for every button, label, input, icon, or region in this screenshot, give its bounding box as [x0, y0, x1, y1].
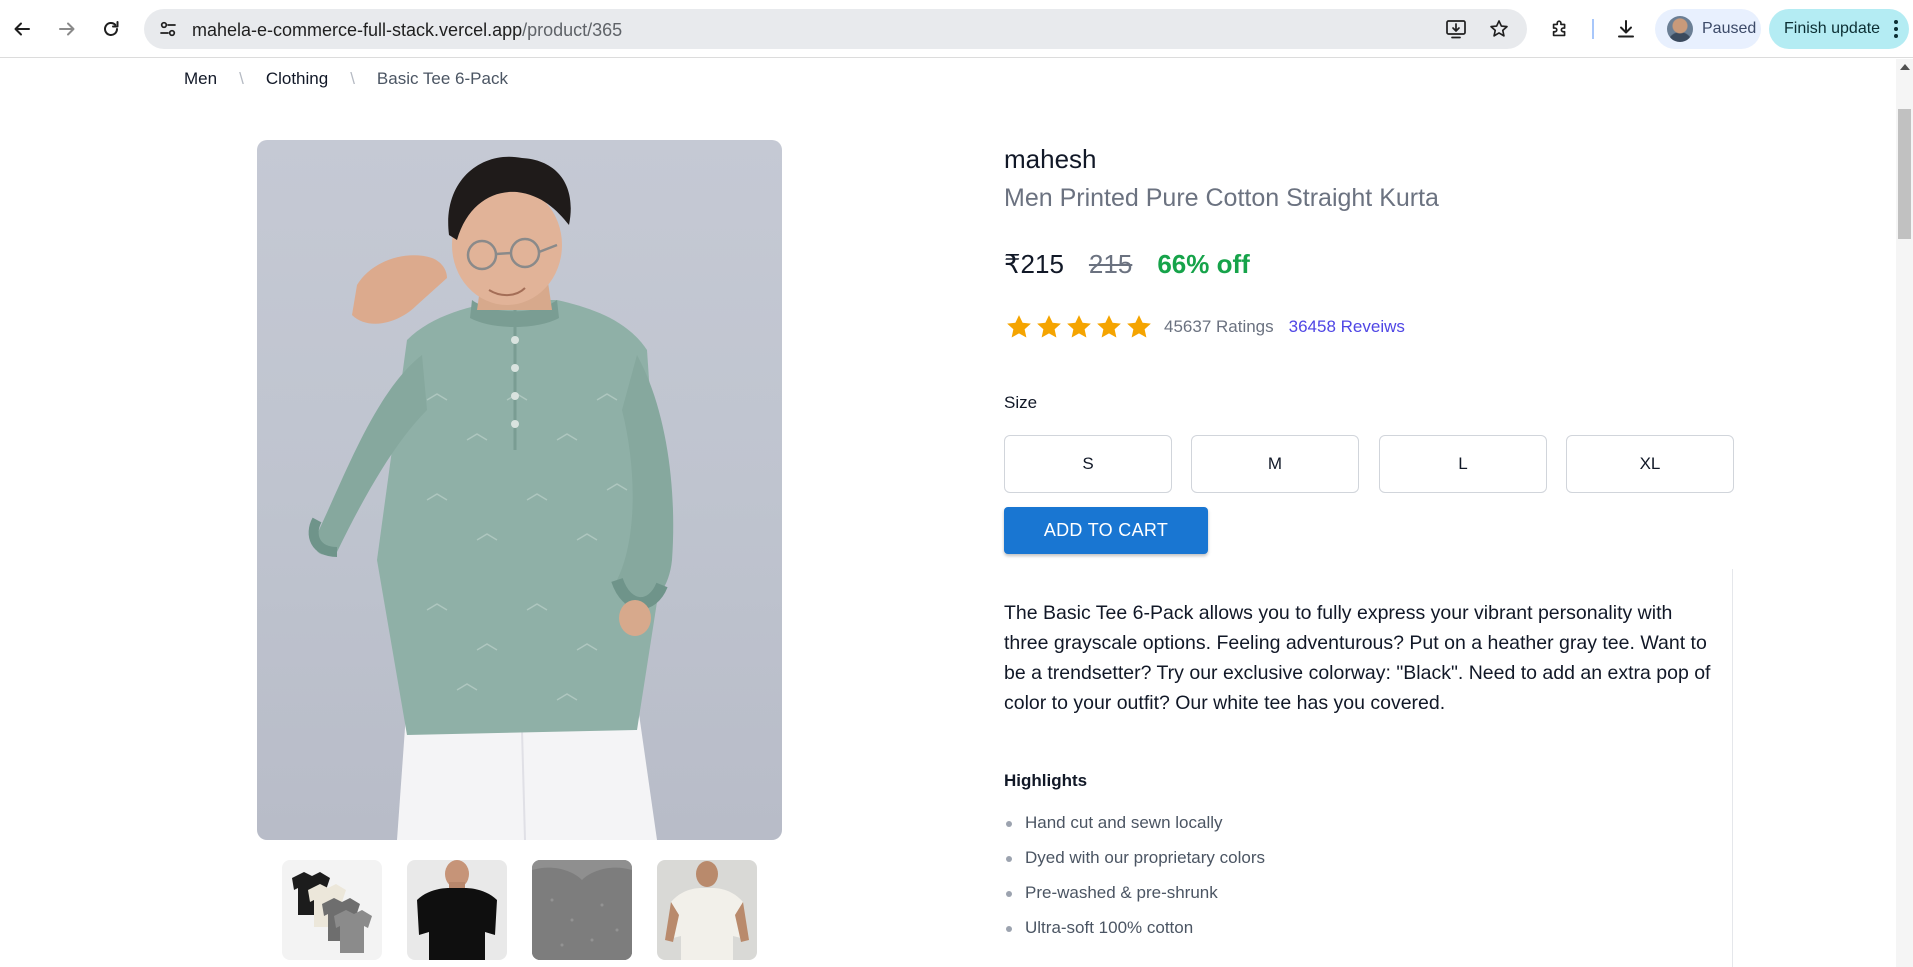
extensions-button[interactable] — [1544, 13, 1576, 45]
list-item: Hand cut and sewn locally — [1004, 811, 1265, 846]
white-tee-thumbnail — [665, 861, 749, 960]
ratings-count: 45637 Ratings — [1164, 317, 1274, 336]
url-host: mahela-e-commerce-full-stack.vercel.app — [192, 20, 523, 40]
product-main-image — [257, 140, 782, 840]
highlight-text: Dyed with our proprietary colors — [1025, 848, 1265, 867]
list-item: Dyed with our proprietary colors — [1004, 846, 1265, 881]
original-price: 215 — [1088, 249, 1133, 279]
tune-icon — [160, 21, 176, 37]
arrow-left-icon — [14, 22, 30, 36]
profile-paused-button[interactable]: Paused — [1655, 9, 1761, 49]
size-option-s[interactable]: S — [1004, 435, 1172, 493]
breadcrumb-separator: \ — [350, 69, 355, 88]
profile-status-label: Paused — [1702, 20, 1757, 37]
size-label: Size — [1004, 393, 1038, 412]
reviews-link[interactable]: 36458 Reveiws — [1289, 317, 1405, 337]
browser-toolbar: mahela-e-commerce-full-stack.vercel.app/… — [0, 0, 1913, 58]
puzzle-icon — [1552, 20, 1566, 37]
thumbnail-black-tee[interactable] — [407, 860, 507, 960]
finish-update-label: Finish update — [1784, 20, 1881, 37]
url-path: /product/365 — [522, 20, 623, 40]
bullet-dot — [1006, 891, 1012, 897]
rating-row: 45637 Ratings 36458 Reveiws — [1004, 312, 1405, 342]
finish-update-button[interactable]: Finish update — [1769, 9, 1909, 49]
star-rating — [1004, 312, 1154, 342]
size-option-xl[interactable]: XL — [1566, 435, 1734, 493]
star-icon — [1097, 315, 1121, 338]
add-to-cart-button[interactable]: ADD TO CART — [1004, 507, 1208, 554]
thumbnail-tee-pack[interactable] — [282, 860, 382, 960]
product-page: Men \ Clothing \ Basic Tee 6-Pack mahesh… — [0, 59, 1896, 967]
scrollbar-thumb[interactable] — [1898, 109, 1911, 239]
download-icon — [1618, 20, 1634, 38]
price-row: ₹215 215 66% off — [1004, 249, 1250, 280]
gray-tee-thumbnail — [532, 860, 632, 960]
highlight-text: Ultra-soft 100% cotton — [1025, 918, 1194, 937]
discount-percent: 66% off — [1157, 249, 1250, 279]
thumbnail-white-tee[interactable] — [657, 860, 757, 960]
breadcrumb-current[interactable]: Basic Tee 6-Pack — [377, 69, 508, 89]
url-text: mahela-e-commerce-full-stack.vercel.app/… — [192, 20, 622, 41]
scroll-up-arrow[interactable] — [1900, 64, 1910, 70]
address-bar[interactable]: mahela-e-commerce-full-stack.vercel.app/… — [144, 9, 1527, 49]
product-title: Men Printed Pure Cotton Straight Kurta — [1004, 184, 1439, 212]
install-app-button[interactable] — [1442, 15, 1470, 43]
list-item: Ultra-soft 100% cotton — [1004, 916, 1265, 951]
star-icon — [1007, 315, 1031, 338]
bullet-dot — [1006, 856, 1012, 862]
highlights-list: Hand cut and sewn locally Dyed with our … — [1004, 811, 1265, 951]
product-description: The Basic Tee 6-Pack allows you to fully… — [1004, 602, 1711, 714]
star-icon — [1037, 315, 1061, 338]
forward-button[interactable] — [51, 13, 83, 45]
reload-button[interactable] — [95, 13, 127, 45]
highlights-title: Highlights — [1004, 771, 1088, 790]
thumbnail-gray-tee[interactable] — [532, 860, 632, 960]
selling-price: ₹215 — [1004, 249, 1064, 279]
kebab-icon — [1894, 20, 1898, 38]
back-button[interactable] — [6, 13, 38, 45]
downloads-button[interactable] — [1610, 13, 1642, 45]
reload-icon — [104, 21, 119, 36]
bullet-dot — [1006, 821, 1012, 827]
product-brand: mahesh — [1004, 144, 1097, 174]
description-divider — [1732, 569, 1733, 967]
highlight-text: Hand cut and sewn locally — [1025, 813, 1223, 832]
star-outline-icon — [1490, 20, 1508, 37]
toolbar-divider — [1592, 19, 1594, 39]
tee-pack-thumbnail — [292, 872, 372, 953]
black-tee-thumbnail — [417, 860, 497, 960]
avatar — [1667, 16, 1693, 42]
bullet-dot — [1006, 926, 1012, 932]
breadcrumb-clothing[interactable]: Clothing — [266, 69, 328, 89]
install-app-icon — [1446, 20, 1466, 39]
highlight-text: Pre-washed & pre-shrunk — [1025, 883, 1218, 902]
breadcrumb-separator: \ — [239, 69, 244, 88]
arrow-right-icon — [59, 22, 75, 36]
bookmark-button[interactable] — [1485, 15, 1513, 43]
size-option-m[interactable]: M — [1191, 435, 1359, 493]
breadcrumb-men[interactable]: Men — [184, 69, 217, 89]
star-icon — [1127, 315, 1151, 338]
breadcrumb: Men \ Clothing \ Basic Tee 6-Pack — [184, 69, 508, 89]
list-item: Pre-washed & pre-shrunk — [1004, 881, 1265, 916]
model-kurta-illustration — [308, 156, 674, 840]
star-icon — [1067, 315, 1091, 338]
site-info-button[interactable] — [154, 15, 182, 43]
size-option-l[interactable]: L — [1379, 435, 1547, 493]
